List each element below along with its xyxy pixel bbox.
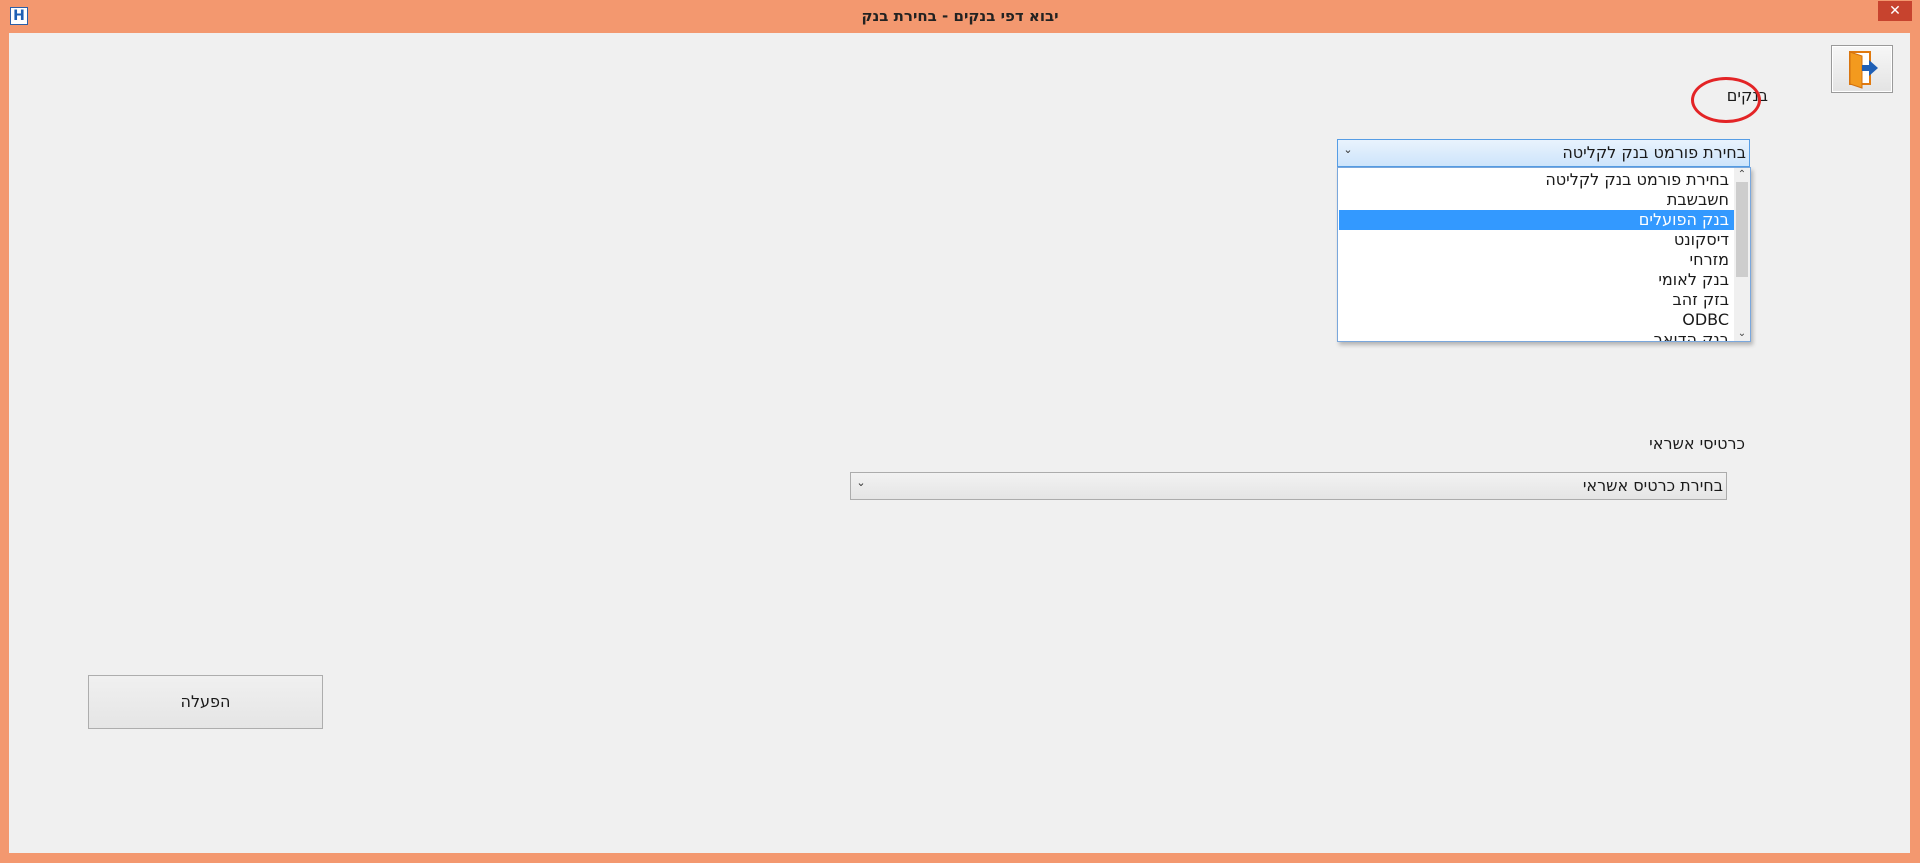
credit-card-select-value: בחירת כרטיס אשראי — [1582, 476, 1723, 495]
bank-format-select[interactable]: בחירת פורמט בנק לקליטה ⌄ — [1337, 139, 1750, 167]
window-title: יבוא דפי בנקים - בחירת בנק — [861, 7, 1059, 25]
dropdown-option[interactable]: דיסקונט — [1339, 230, 1735, 250]
dropdown-option[interactable]: מזרחי — [1339, 250, 1735, 270]
app-window: H יבוא דפי בנקים - בחירת בנק ✕ בנקים בחי… — [0, 0, 1920, 863]
dropdown-option[interactable]: בחירת פורמט בנק לקליטה — [1339, 170, 1735, 190]
credit-card-select[interactable]: בחירת כרטיס אשראי ⌄ — [850, 472, 1727, 500]
dropdown-scrollbar[interactable]: ⌃ ⌄ — [1734, 168, 1750, 341]
dropdown-option-highlighted[interactable]: בנק הפועלים — [1339, 210, 1735, 230]
scroll-down-arrow-icon[interactable]: ⌄ — [1734, 327, 1750, 341]
bank-format-dropdown-list[interactable]: בחירת פורמט בנק לקליטה חשבשבת בנק הפועלי… — [1337, 167, 1751, 342]
chevron-down-icon[interactable]: ⌄ — [854, 476, 868, 489]
dropdown-option[interactable]: בנק הדואר — [1339, 330, 1735, 341]
exit-button[interactable] — [1831, 45, 1893, 93]
dropdown-option[interactable]: ODBC — [1339, 310, 1735, 330]
title-bar: H יבוא דפי בנקים - בחירת בנק ✕ — [0, 0, 1920, 33]
dropdown-option[interactable]: בזק זהב — [1339, 290, 1735, 310]
chevron-down-icon[interactable]: ⌄ — [1341, 143, 1355, 156]
dropdown-option[interactable]: חשבשבת — [1339, 190, 1735, 210]
dropdown-option[interactable]: בנק לאומי — [1339, 270, 1735, 290]
exit-door-icon — [1849, 51, 1878, 89]
scroll-up-arrow-icon[interactable]: ⌃ — [1734, 168, 1750, 182]
scroll-thumb[interactable] — [1736, 182, 1748, 277]
run-button[interactable]: הפעלה — [88, 675, 323, 729]
close-button[interactable]: ✕ — [1878, 1, 1912, 21]
bank-format-select-value: בחירת פורמט בנק לקליטה — [1562, 143, 1746, 162]
annotation-circle — [1691, 77, 1761, 123]
credit-cards-label: כרטיסי אשראי — [1649, 434, 1745, 453]
